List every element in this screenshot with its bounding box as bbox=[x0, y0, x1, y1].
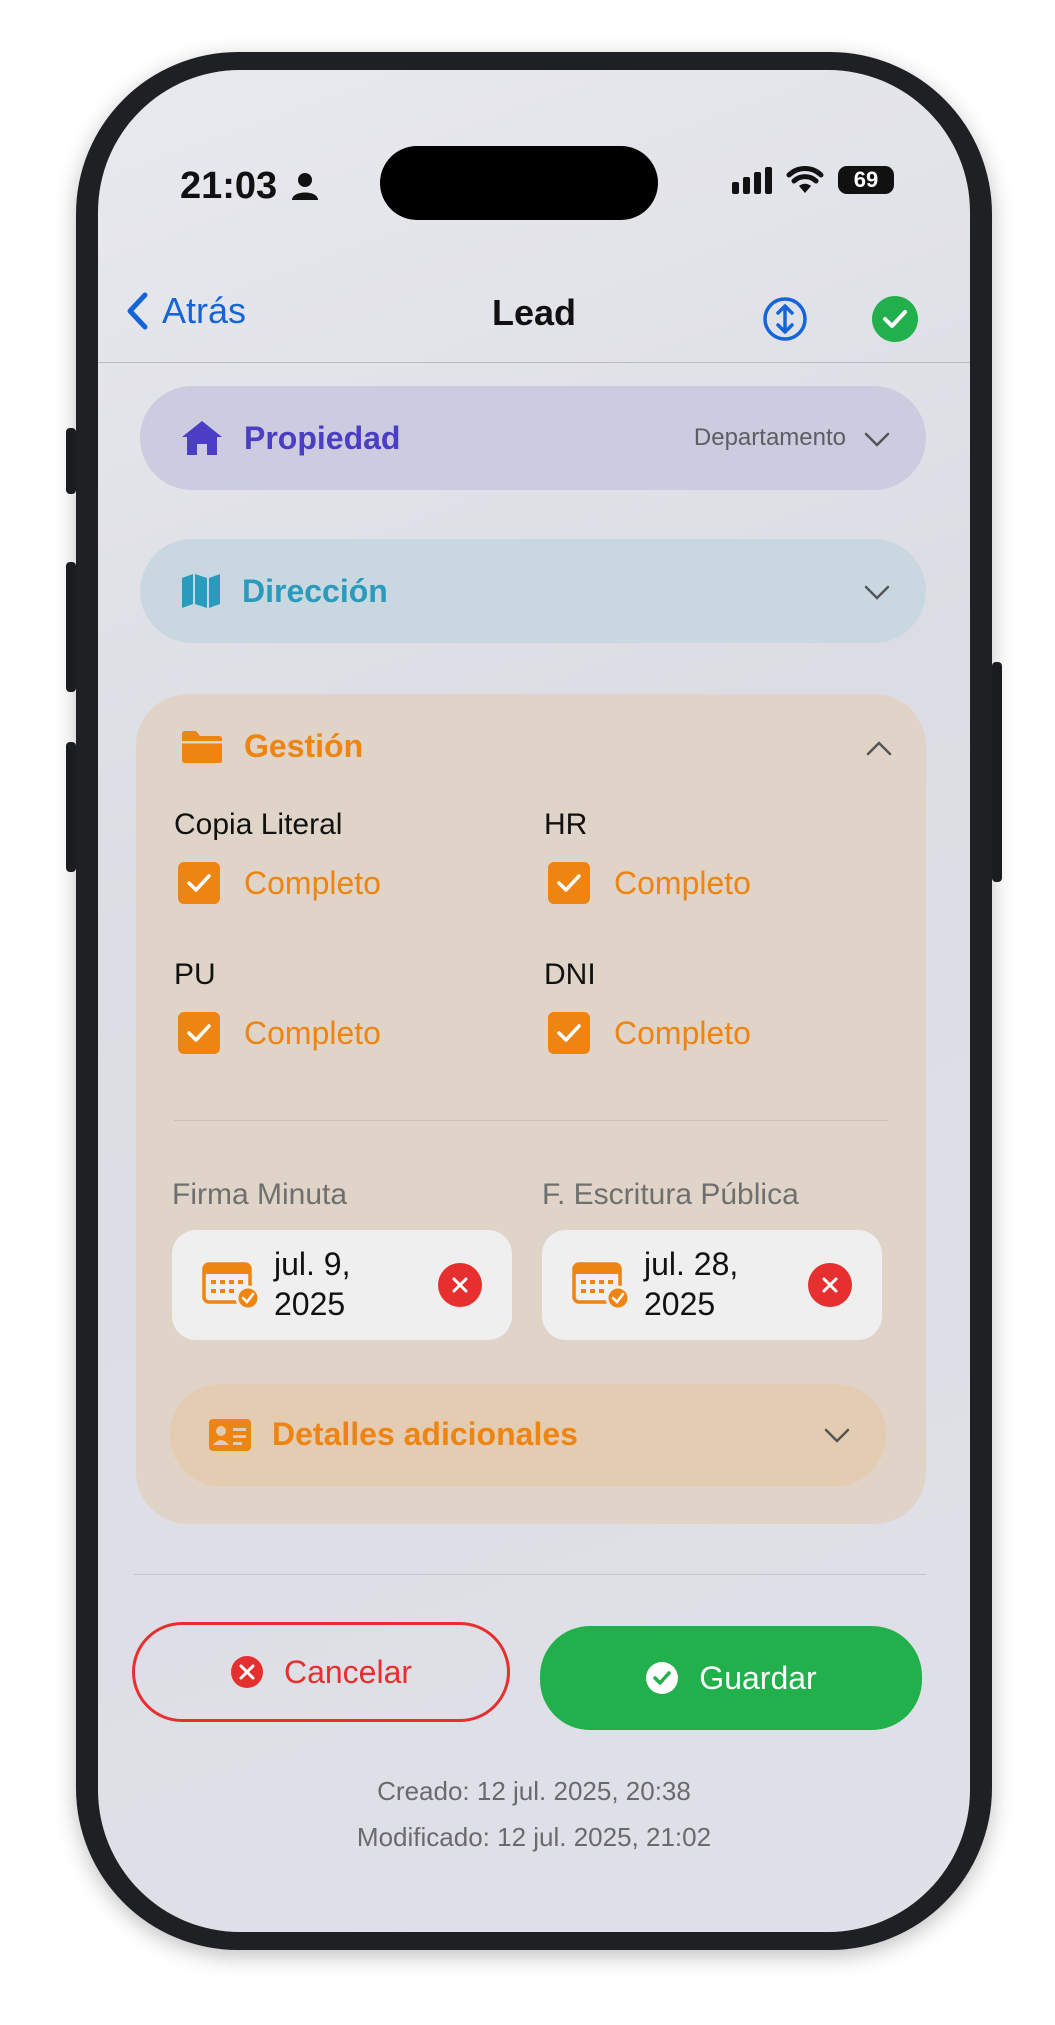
screen: 21:03 69 Atrás Lead Propiedad Departamen… bbox=[98, 70, 970, 1932]
escritura-publica-date-field[interactable]: jul. 28, 2025 bbox=[542, 1230, 882, 1340]
dynamic-island bbox=[380, 146, 658, 220]
propiedad-title: Propiedad bbox=[244, 419, 401, 456]
check-circle-icon bbox=[646, 1662, 679, 1694]
house-icon bbox=[182, 421, 222, 455]
calendar-check-icon bbox=[202, 1262, 260, 1310]
confirm-check-icon[interactable] bbox=[872, 296, 918, 342]
phone-frame: 21:03 69 Atrás Lead Propiedad Departamen… bbox=[66, 52, 1002, 1950]
gestion-title: Gestión bbox=[244, 728, 364, 764]
contact-card-icon bbox=[209, 1418, 251, 1451]
chevron-up-icon[interactable] bbox=[866, 740, 892, 756]
wifi-icon bbox=[786, 166, 824, 193]
gestion-header[interactable]: Gestión bbox=[180, 728, 363, 765]
clear-date-button[interactable] bbox=[808, 1263, 852, 1307]
action-button bbox=[66, 428, 76, 494]
firma-minuta-value: jul. 9, 2025 bbox=[274, 1246, 351, 1322]
checkbox-checked-icon bbox=[178, 862, 220, 904]
chevron-down-icon bbox=[864, 432, 890, 447]
volume-down-button bbox=[66, 742, 76, 872]
side-button bbox=[992, 662, 1002, 882]
calendar-check-icon bbox=[572, 1262, 630, 1310]
checkbox-checked-icon bbox=[548, 862, 590, 904]
battery-icon: 69 bbox=[838, 166, 894, 194]
firma-minuta-date-field[interactable]: jul. 9, 2025 bbox=[172, 1230, 512, 1340]
reorder-arrows-icon[interactable] bbox=[762, 296, 808, 342]
status-indicators: 69 bbox=[732, 166, 894, 194]
checkbox-checked-icon bbox=[178, 1012, 220, 1054]
map-icon bbox=[182, 574, 220, 608]
person-icon bbox=[291, 173, 318, 200]
signal-icon bbox=[732, 166, 772, 194]
cancel-button[interactable]: Cancelar bbox=[132, 1622, 510, 1722]
save-button[interactable]: Guardar bbox=[540, 1626, 922, 1730]
gestion-section: Gestión Copia Literal Completo HR Comple… bbox=[136, 694, 926, 1524]
detalles-adicionales-section[interactable]: Detalles adicionales bbox=[170, 1384, 886, 1486]
hr-checkbox[interactable]: Completo bbox=[548, 862, 751, 904]
section-divider bbox=[174, 1120, 888, 1121]
chevron-down-icon bbox=[824, 1428, 850, 1443]
folder-icon bbox=[182, 730, 222, 763]
direccion-section[interactable]: Dirección bbox=[140, 539, 926, 643]
dni-label: DNI bbox=[544, 958, 596, 991]
copia-literal-checkbox[interactable]: Completo bbox=[178, 862, 381, 904]
copia-literal-label: Copia Literal bbox=[174, 808, 343, 841]
created-timestamp: Creado: 12 jul. 2025, 20:38 bbox=[377, 1776, 691, 1806]
chevron-down-icon bbox=[864, 585, 890, 600]
pu-checkbox[interactable]: Completo bbox=[178, 1012, 381, 1054]
close-icon bbox=[452, 1277, 468, 1293]
pu-label: PU bbox=[174, 958, 216, 991]
page-title: Lead bbox=[491, 292, 577, 333]
actions-divider bbox=[134, 1574, 926, 1575]
direccion-title: Dirección bbox=[242, 572, 388, 609]
navigation-bar: Atrás Lead bbox=[98, 250, 970, 363]
escritura-publica-value: jul. 28, 2025 bbox=[644, 1246, 739, 1322]
status-time: 21:03 bbox=[180, 165, 318, 208]
escritura-publica-label: F. Escritura Pública bbox=[542, 1178, 799, 1211]
propiedad-value: Departamento bbox=[693, 424, 846, 451]
propiedad-section[interactable]: Propiedad Departamento bbox=[140, 386, 926, 490]
hr-label: HR bbox=[544, 808, 588, 841]
modified-timestamp: Modificado: 12 jul. 2025, 21:02 bbox=[356, 1822, 712, 1852]
dni-checkbox[interactable]: Completo bbox=[548, 1012, 751, 1054]
close-icon bbox=[822, 1277, 838, 1293]
cancel-x-circle-icon bbox=[230, 1656, 263, 1688]
volume-up-button bbox=[66, 562, 76, 692]
clear-date-button[interactable] bbox=[438, 1263, 482, 1307]
detalles-adicionales-title: Detalles adicionales bbox=[272, 1416, 578, 1452]
firma-minuta-label: Firma Minuta bbox=[172, 1178, 348, 1211]
checkbox-checked-icon bbox=[548, 1012, 590, 1054]
